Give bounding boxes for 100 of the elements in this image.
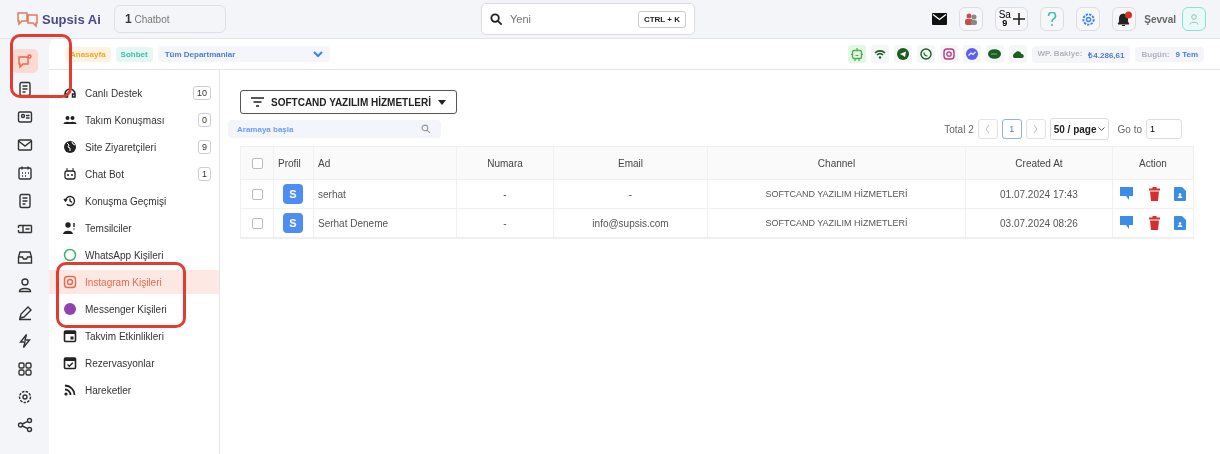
trash-icon[interactable] [1149,187,1160,201]
column-header: Email [618,157,643,169]
bell-icon [1115,10,1134,28]
department-select[interactable]: Tüm Departmanlar [157,46,330,62]
chevron-down-icon [312,50,323,58]
count-badge: 0 [198,113,211,127]
people-icon [63,113,77,127]
avatar: S [283,213,303,233]
grid-icon [16,361,33,377]
notifications-button[interactable] [1112,7,1137,31]
contact-file-icon[interactable] [1174,187,1186,201]
table-cell: SOFTCAND YAZILIM HİZMETLERİ [765,189,908,199]
count-badge: 1 [198,167,211,181]
history-icon [63,194,77,208]
settings-button[interactable] [1076,7,1101,31]
instagram-icon[interactable] [939,45,958,63]
sidebar-label: Chat Bot [85,168,125,180]
page-button[interactable]: 1 [1001,119,1022,139]
table-cell: Serhat Deneme [318,217,389,229]
trash-icon[interactable] [1149,216,1160,230]
sidebar-label: Hareketler [85,384,133,396]
caret-icon [438,99,446,105]
date-label: Bugün: [1141,49,1170,59]
contact-file-icon[interactable] [1174,216,1186,230]
whatsapp-icon[interactable] [916,45,935,63]
sidebar-item[interactable]: Konuşma Geçmişi [49,189,219,213]
filter-dropdown[interactable]: SOFTCAND YAZILIM HİZMETLERİ [240,90,457,114]
chatbot-selector[interactable]: 1 Chatbot [114,5,226,33]
document-icon [16,81,33,97]
sidebar-label: Canlı Destek [85,87,144,99]
chat-icon[interactable] [1120,187,1135,201]
calendar-icon [16,165,33,181]
count-badge: 9 [198,140,211,154]
search-field[interactable]: Aramaya başla [235,123,421,135]
sidebar-item[interactable]: Canlı Destek 10 [49,81,219,105]
messenger-icon [63,302,77,316]
instagram-icon [63,275,77,289]
plus-icon [1012,13,1025,25]
select-all-checkbox[interactable] [251,157,263,169]
robot-icon [63,167,77,181]
sidebar-item[interactable]: Takvim Etkinlikleri [49,324,219,348]
settings-icon [16,389,33,405]
column-header: Ad [318,157,331,169]
mail-icon[interactable] [932,13,948,25]
status-button[interactable]: Sa 9 [995,7,1029,31]
row-checkbox[interactable] [251,217,263,229]
sidebar-label: Takım Konuşması [85,114,166,126]
rss-icon [63,383,77,397]
search-icon [421,124,431,134]
brand-name: Supsis Ai [42,11,101,27]
goto-label: Go to [1117,123,1142,135]
search-bar[interactable]: Yeni CTRL + K [481,3,695,35]
user-icon [1189,13,1199,25]
agent-icon [63,221,77,235]
sidebar-item[interactable]: Temsilciler [49,216,219,240]
table-cell: - [503,217,507,229]
sidebar-item[interactable]: WhatsApp Kişileri [49,243,219,267]
chat-icon [16,53,33,69]
search-icon [490,12,503,26]
cloud-icon[interactable] [1008,45,1027,63]
search-bar[interactable]: Aramaya başla [228,120,441,138]
sidebar-item[interactable]: Chat Bot 1 [49,162,219,186]
chat-icon[interactable] [1120,216,1135,230]
calendar-check-icon [63,356,77,370]
settings-icon [1080,11,1096,27]
sidebar-label: Site Ziyaretçileri [85,141,158,153]
sidebar-label: Konuşma Geçmişi [85,195,168,207]
goto-field[interactable]: 1 [1146,119,1182,139]
wifi-icon[interactable] [870,45,889,63]
sidebar-item[interactable]: Site Ziyaretçileri 9 [49,135,219,159]
sidebar-label: Rezervasyonlar [85,357,156,369]
team-button[interactable] [959,7,984,31]
avatar: S [283,184,303,204]
page-size-select[interactable]: 50 / page [1049,118,1109,140]
table-cell: serhat [318,188,346,200]
sidebar-item[interactable]: Hareketler [49,378,219,402]
share-icon [16,417,33,433]
chat-bubbles-icon [16,10,40,28]
globe-icon [63,140,77,154]
table-cell: - [628,188,633,200]
mail-icon [16,137,33,153]
column-header: Profil [278,157,301,169]
people-icon [964,12,979,26]
sidebar-item[interactable]: Messenger Kişileri [49,297,219,321]
telegram-icon[interactable] [893,45,912,63]
chevron-right-icon [1033,125,1039,133]
column-header: Numara [487,157,523,169]
sidebar-label: Messenger Kişileri [85,303,168,315]
table-cell: 01.07.2024 17:43 [1000,188,1078,200]
column-header: Channel [817,157,856,169]
messenger-icon[interactable] [962,45,981,63]
lightning-icon [16,333,33,349]
sidebar-label: WhatsApp Kişileri [85,249,165,261]
pen-icon [16,305,33,321]
table-cell: 03.07.2024 08:26 [1000,217,1078,229]
column-header: Created At [1015,157,1063,169]
sidebar-item[interactable]: Rezervasyonlar [49,351,219,375]
row-checkbox[interactable] [251,188,263,200]
highlight-frame [10,34,72,98]
sidebar-item[interactable]: Takım Konuşması 0 [49,108,219,132]
